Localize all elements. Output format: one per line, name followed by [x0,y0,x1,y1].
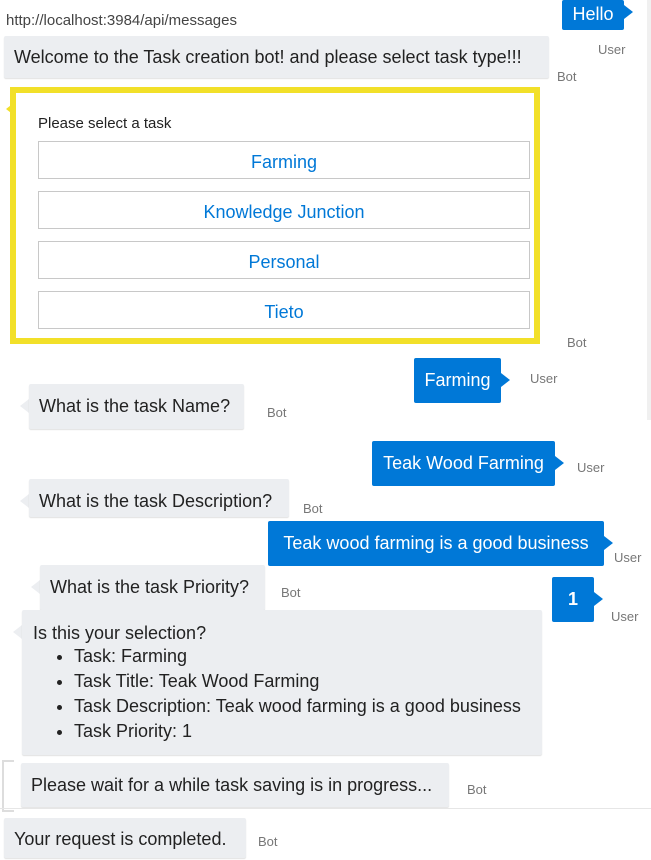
message-text: What is the task Name? [39,396,231,416]
bot-message-task-name: What is the task Name? [29,384,244,429]
message-text: Your request is completed. [14,829,227,849]
sender-label: Bot [467,782,487,797]
option-tieto-button[interactable]: Tieto [38,291,530,329]
message-text: Teak wood farming is a good business [283,533,589,553]
user-message-farming: Farming [414,358,501,403]
option-personal-button[interactable]: Personal [38,241,530,279]
bot-message-completed: Your request is completed. [4,818,246,858]
sender-label: Bot [281,585,301,600]
summary-heading: Is this your selection? [33,623,207,643]
sender-label: User [530,371,558,386]
message-text: 1 [567,589,578,609]
user-bubble-tail [501,373,510,387]
bot-bubble-tail [20,494,29,508]
option-knowledge-junction-button[interactable]: Knowledge Junction [38,191,530,229]
sender-label: User [577,460,605,475]
message-text: Hello [572,4,614,24]
scrollbar[interactable] [647,0,651,420]
user-message-task-name: Teak Wood Farming [372,441,555,486]
bot-bubble-tail [6,102,15,116]
user-message-task-description: Teak wood farming is a good business [268,521,604,566]
message-text: Welcome to the Task creation bot! and pl… [14,47,522,67]
selection-bracket [2,760,14,812]
summary-item: Task Priority: 1 [74,719,542,744]
option-farming-button[interactable]: Farming [38,141,530,179]
bot-message-selection-summary: Is this your selection? Task: Farming Ta… [22,610,542,755]
bot-message-welcome: Welcome to the Task creation bot! and pl… [4,36,549,78]
card-title: Please select a task [38,115,172,132]
task-selection-card: Please select a task Farming Knowledge J… [10,87,540,344]
sender-label: User [611,609,639,624]
sender-label: User [614,550,642,565]
sender-label: Bot [557,69,577,84]
bot-message-task-priority: What is the task Priority? [40,565,265,610]
bot-bubble-tail [31,580,40,594]
endpoint-url: http://localhost:3984/api/messages [6,12,237,29]
message-text: What is the task Description? [39,491,273,511]
bot-bubble-tail [13,625,22,639]
summary-list: Task: Farming Task Title: Teak Wood Farm… [33,644,542,744]
summary-item: Task: Farming [74,644,542,669]
sender-label: Bot [267,405,287,420]
summary-item: Task Title: Teak Wood Farming [74,669,542,694]
user-bubble-tail [594,592,603,606]
sender-label: Bot [258,834,278,849]
summary-item: Task Description: Teak wood farming is a… [74,694,542,719]
user-bubble-tail [624,5,633,19]
sender-label: Bot [303,501,323,516]
bot-message-saving: Please wait for a while task saving is i… [21,763,449,807]
user-message-task-priority: 1 [552,577,594,622]
user-bubble-tail [555,456,564,470]
divider [0,808,651,809]
message-text: Please wait for a while task saving is i… [31,775,433,795]
user-message-hello: Hello [562,0,624,30]
sender-label: User [598,42,626,57]
message-text: What is the task Priority? [50,577,250,597]
message-text: Farming [424,370,491,390]
message-text: Teak Wood Farming [383,453,544,473]
user-bubble-tail [604,536,613,550]
bot-bubble-tail [20,399,29,413]
sender-label: Bot [567,335,587,350]
bot-message-task-description: What is the task Description? [29,479,289,517]
